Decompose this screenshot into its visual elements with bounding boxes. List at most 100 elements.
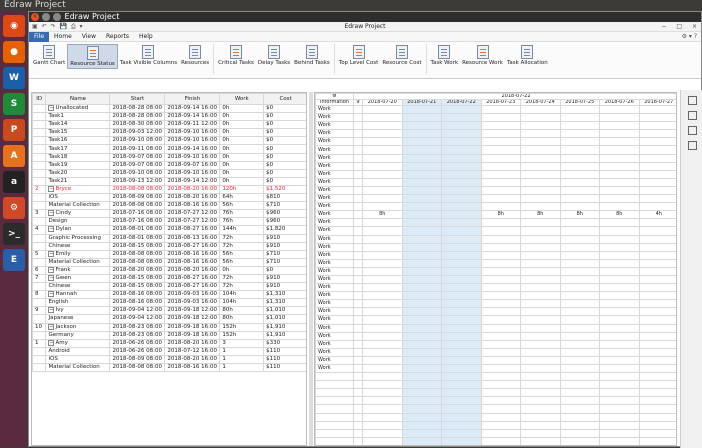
ubuntu-icon[interactable]: ◉ [3,15,25,37]
table-row[interactable]: 1− Amy 2018-06-26 08:00 2018-08-20 16:00 3 $3… [32,338,306,348]
table-row[interactable]: Task18 2018-09-07 08:00 2018-09-10 16:00 0h… [32,152,306,162]
resources-button[interactable]: Resources [179,44,211,67]
software-center-icon[interactable]: A [3,145,25,167]
column-header-start[interactable]: Start [109,93,166,105]
edraw-icon[interactable]: E [3,249,25,271]
value-cell [401,315,442,325]
task-allocation-button[interactable]: Task Allocation [505,44,550,67]
column-header-cost[interactable]: Cost [263,93,306,105]
table-row[interactable]: 2− Bryce 2018-08-08 08:00 2018-08-20 16:00 1… [32,184,306,195]
table-row[interactable]: English 2018-08-16 08:00 2018-09-03 16:00 1… [32,298,306,308]
calc-icon[interactable]: S [3,93,25,115]
table-row[interactable]: 4− Dylan 2018-08-01 08:00 2018-08-27 16:00 1… [32,225,306,235]
menu-view[interactable]: View [77,32,101,42]
value-cell: 8h [362,210,403,220]
resource-status-button[interactable]: Resource Status [67,44,118,69]
value-cell [599,331,640,341]
table-row[interactable]: iOS 2018-08-09 08:00 2018-08-20 16:00 64h $8… [32,193,306,203]
menu-reports[interactable]: Reports [101,32,134,42]
collapse-icon[interactable]: − [48,210,55,217]
table-row[interactable]: Chinese 2018-08-15 08:00 2018-08-27 16:00 7… [32,241,306,251]
value-cell [353,428,363,438]
collapse-icon[interactable]: − [48,226,55,233]
table-row[interactable]: Material Collection 2018-08-08 08:00 2018-… [32,257,306,267]
table-row[interactable]: 7− Gwen 2018-08-15 08:00 2018-08-27 16:00 72… [32,273,306,284]
menu-home[interactable]: Home [49,32,77,42]
value-cell [559,347,600,357]
collapse-icon[interactable]: − [48,307,55,314]
table-row[interactable]: 8− Hannah 2018-08-16 08:00 2018-09-03 16:00… [32,290,306,300]
behind-tasks-button[interactable]: Behind Tasks [292,44,332,67]
table-row[interactable]: 3− Cindy 2018-07-16 08:00 2018-07-27 12:00 7… [32,209,306,219]
menu-file[interactable]: File [29,32,50,42]
column-header-name[interactable]: Name [45,93,111,105]
pane-splitter[interactable] [309,92,313,446]
critical-tasks-button[interactable]: Critical Tasks [216,44,256,67]
collapse-icon[interactable]: − [48,275,55,282]
collapse-icon[interactable]: − [48,324,55,330]
writer-icon[interactable]: W [3,67,25,89]
task-work-button[interactable]: Task Work [429,44,461,67]
settings-icon[interactable]: ⚙ [3,197,25,219]
firefox-icon[interactable]: ● [3,41,25,63]
table-row[interactable]: Task19 2018-09-07 08:00 2018-09-07 16:00 0h… [32,160,306,170]
table-row[interactable]: Task14 2018-08-30 08:00 2018-09-11 12:00 0h… [32,120,306,130]
table-row[interactable]: − Unallocated 2018-08-28 08:00 2018-09-14 1… [32,103,306,114]
amazon-icon[interactable]: a [3,171,25,193]
table-row[interactable]: Task1 2018-08-28 08:00 2018-09-14 16:00 0h $… [32,112,306,122]
value-cell [480,185,521,196]
table-row[interactable]: 10− Jackson 2018-08-23 08:00 2018-09-18 16:… [32,322,306,332]
table-row[interactable]: Task17 2018-09-11 08:00 2018-09-14 16:00 0h… [32,144,306,154]
column-header-id[interactable]: ID [32,93,47,105]
table-row[interactable]: Android 2018-06-26 08:00 2018-07-12 16:00 1… [32,346,306,356]
task-visible-columns-button[interactable]: Task Visible Columns [118,44,179,67]
table-row[interactable]: Chinese 2018-08-15 08:00 2018-08-27 16:00 7… [32,282,306,292]
info-cell [315,436,354,445]
terminal-icon[interactable]: >_ [3,223,25,245]
window-controls[interactable]: − □ × [661,23,697,30]
value-cell [441,274,482,285]
table-row[interactable]: 9− Ivy 2018-09-04 12:00 2018-09-18 12:00 80h… [32,306,306,316]
column-header-finish[interactable]: Finish [164,93,221,105]
settings-icon[interactable]: ⚙ ▾ ? [682,32,697,42]
table-row[interactable]: Task15 2018-09-03 12:00 2018-09-10 16:00 0h… [32,128,306,138]
table-row[interactable]: Material Collection 2018-08-08 08:00 2018-… [32,362,306,373]
collapse-icon[interactable]: − [48,105,55,112]
table-row[interactable]: 5− Emily 2018-08-08 08:00 2018-08-16 16:00 5… [32,249,306,259]
value-cell [480,388,521,398]
gantt-chart-button[interactable]: Gantt Chart [31,44,67,67]
resource-cost-button[interactable]: Resource Cost [380,44,423,67]
menu-help[interactable]: Help [134,32,158,42]
maximize-icon[interactable] [53,13,61,21]
collapse-icon[interactable]: − [48,186,55,192]
collapse-icon[interactable]: − [48,340,55,346]
resource-work-button[interactable]: Resource Work [460,44,505,67]
print-icon[interactable] [687,96,697,105]
calendar-icon[interactable] [687,126,697,135]
table-row[interactable]: Graphic Processing 2018-08-01 08:00 2018-0… [32,233,306,243]
delay-tasks-button[interactable]: Delay Tasks [256,44,292,67]
impress-icon[interactable]: P [3,119,25,141]
table-row[interactable]: Material Collection 2018-08-08 08:00 2018-… [32,201,306,211]
table-row[interactable]: Task16 2018-09-10 08:00 2018-09-10 16:00 0h… [32,136,306,146]
table-row[interactable]: Design 2018-07-16 08:00 2018-07-27 12:00 76… [32,217,306,227]
column-header-work[interactable]: Work [219,93,265,105]
table-row[interactable]: Germany 2018-08-23 08:00 2018-09-18 16:00 1… [32,330,306,340]
list-icon[interactable] [687,111,697,120]
cell-work: 0h [219,152,265,162]
minimize-icon[interactable] [42,13,50,21]
collapse-icon[interactable]: − [48,267,55,273]
cell-finish: 2018-08-16 16:00 [164,362,221,373]
table-row[interactable]: 6− Frank 2018-08-20 08:00 2018-08-20 16:00 0… [32,265,306,275]
collapse-icon[interactable]: − [48,251,55,257]
table-row[interactable]: iOS 2018-08-09 08:00 2018-08-20 16:00 1 $110 [32,354,306,365]
table-row[interactable]: Japanese 2018-09-04 12:00 2018-09-18 12:00… [32,314,306,324]
table-row[interactable]: Task20 2018-09-10 08:00 2018-09-10 16:00 0h… [32,168,306,178]
top-level-cost-button[interactable]: Top Level Cost [337,44,381,67]
value-cell [401,177,442,187]
close-icon[interactable]: × [31,13,39,21]
collapse-icon[interactable]: − [48,291,55,298]
table-row[interactable]: Task21 2018-09-13 12:00 2018-09-14 12:00 0h… [32,176,306,186]
cell-work: 0h [219,136,265,146]
folder-icon[interactable] [687,141,697,150]
